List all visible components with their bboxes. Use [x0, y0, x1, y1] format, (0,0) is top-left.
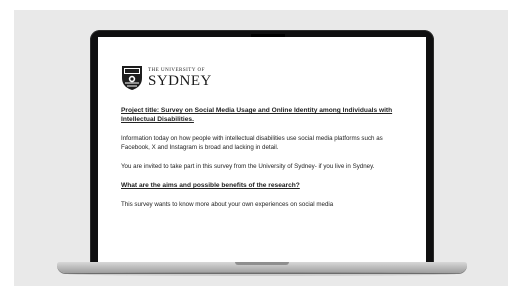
document-content: THE UNIVERSITY OF SYDNEY Project title: …: [121, 62, 406, 209]
laptop-lid: THE UNIVERSITY OF SYDNEY Project title: …: [90, 30, 434, 266]
laptop-screen: THE UNIVERSITY OF SYDNEY Project title: …: [98, 37, 426, 265]
wordmark: THE UNIVERSITY OF SYDNEY: [148, 68, 212, 89]
logo-small-text: THE UNIVERSITY OF: [148, 67, 205, 73]
base-notch: [235, 262, 289, 265]
project-title: Project title: Survey on Social Media Us…: [121, 107, 393, 123]
crest-icon: [122, 66, 142, 90]
university-logo: THE UNIVERSITY OF SYDNEY: [121, 62, 406, 94]
section-heading: What are the aims and possible benefits …: [121, 182, 300, 189]
paragraph-survey: This survey wants to know more about you…: [121, 201, 334, 208]
paragraph-intro: Information today on how people with int…: [121, 135, 383, 151]
paragraph-invite: You are invited to take part in this sur…: [121, 163, 375, 170]
laptop-shadow: [68, 272, 456, 276]
logo-large-text: SYDNEY: [148, 72, 212, 89]
